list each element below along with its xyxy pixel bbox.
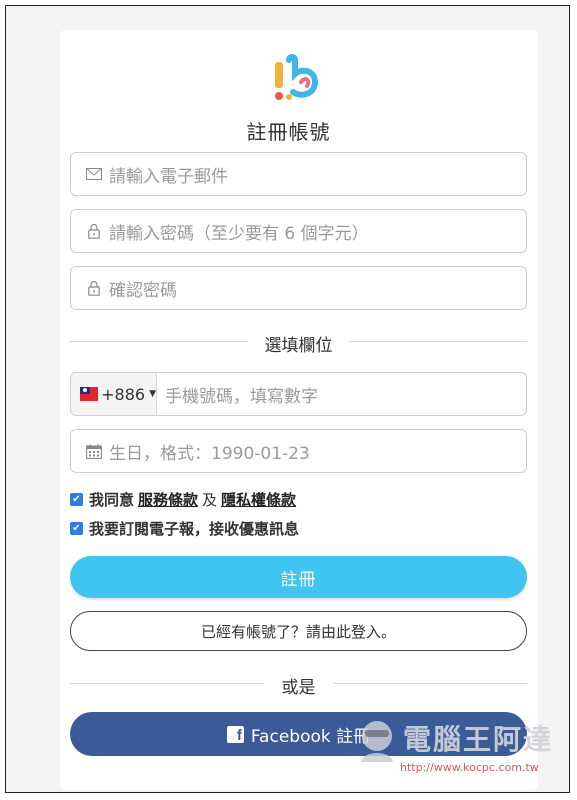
country-code-select[interactable]: +886 ▼ bbox=[71, 373, 157, 415]
register-button[interactable]: 註冊 bbox=[70, 556, 527, 598]
taiwan-flag-icon bbox=[80, 387, 99, 401]
confirm-password-placeholder: 確認密碼 bbox=[109, 280, 177, 301]
newsletter-agreement: ✔ 我要訂閱電子報，接收優惠訊息 bbox=[70, 518, 299, 539]
or-label: 或是 bbox=[269, 678, 328, 698]
password-placeholder: 請輸入密碼（至少要有 6 個字元） bbox=[109, 223, 369, 244]
caret-down-icon: ▼ bbox=[149, 389, 156, 399]
lock-icon bbox=[85, 222, 103, 240]
agree-prefix: 我同意 bbox=[89, 491, 135, 509]
calendar-icon bbox=[85, 442, 103, 460]
email-field[interactable]: 請輸入電子郵件 bbox=[70, 152, 527, 196]
password-field[interactable]: 請輸入密碼（至少要有 6 個字元） bbox=[70, 209, 527, 253]
privacy-link[interactable]: 隱私權條款 bbox=[221, 489, 296, 510]
email-placeholder: 請輸入電子郵件 bbox=[109, 166, 228, 187]
confirm-password-field[interactable]: 確認密碼 bbox=[70, 266, 527, 310]
mail-icon bbox=[85, 165, 103, 183]
facebook-icon: f bbox=[226, 725, 244, 743]
birthday-placeholder: 生日，格式：1990-01-23 bbox=[109, 443, 310, 464]
birthday-field[interactable]: 生日，格式：1990-01-23 bbox=[70, 429, 527, 473]
newsletter-label: 我要訂閱電子報，接收優惠訊息 bbox=[89, 520, 300, 538]
optional-fields-label: 選填欄位 bbox=[252, 336, 345, 356]
country-code-value: +886 bbox=[101, 384, 146, 404]
newsletter-checkbox[interactable]: ✔ bbox=[70, 522, 83, 535]
page-title: 註冊帳號 bbox=[246, 120, 331, 144]
phone-field[interactable]: +886 ▼ 手機號碼，填寫數字 bbox=[70, 372, 527, 416]
and-text: 及 bbox=[202, 491, 218, 509]
terms-agreement: ✔ 我同意 服務條款 及 隱私權條款 bbox=[70, 489, 300, 510]
or-divider: 或是 bbox=[70, 673, 527, 698]
terms-checkbox[interactable]: ✔ bbox=[70, 493, 83, 506]
brand-logo bbox=[275, 54, 319, 100]
terms-link[interactable]: 服務條款 bbox=[138, 489, 198, 510]
phone-placeholder: 手機號碼，填寫數字 bbox=[165, 386, 318, 407]
lock-icon bbox=[85, 279, 103, 297]
facebook-register-button[interactable]: f Facebook 註冊 bbox=[70, 712, 527, 756]
facebook-register-label: Facebook 註冊 bbox=[250, 726, 371, 747]
login-link-button[interactable]: 已經有帳號了？請由此登入。 bbox=[70, 611, 527, 651]
optional-divider: 選填欄位 bbox=[70, 331, 527, 356]
